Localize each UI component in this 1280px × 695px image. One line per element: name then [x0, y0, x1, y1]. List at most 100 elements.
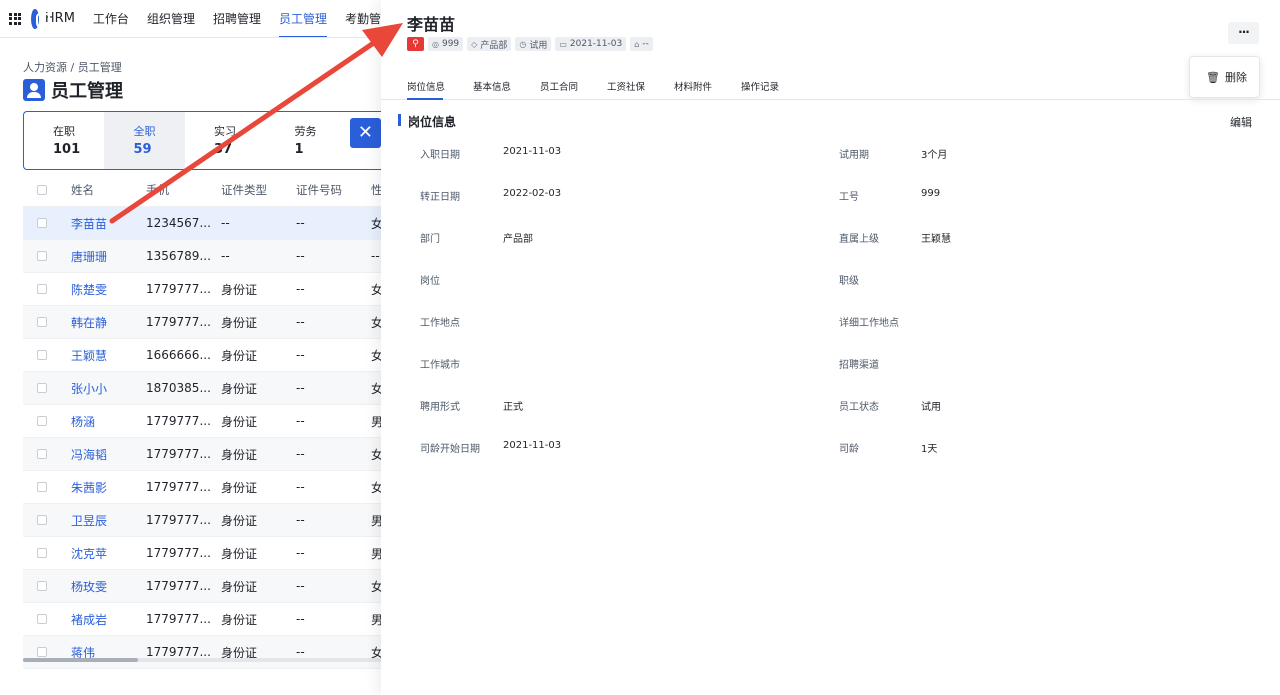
table-row[interactable]: 蒋伟1779777...身份证--女 [23, 636, 381, 669]
cell-id-number: -- [296, 546, 305, 560]
tag-text: 999 [441, 39, 460, 49]
cell-phone: 1870385... [146, 381, 211, 395]
row-checkbox[interactable] [37, 515, 47, 525]
cell-name[interactable]: 王颖慧 [71, 347, 146, 364]
cell-id-type: 身份证 [221, 447, 258, 462]
cell-phone: 1779777... [146, 579, 211, 593]
cell-name[interactable]: 唐珊珊 [71, 248, 146, 265]
field-label: 司龄 [839, 444, 859, 455]
cell-id-number: -- [296, 249, 305, 263]
horizontal-scrollbar[interactable] [23, 658, 381, 662]
cell-name[interactable]: 陈楚雯 [71, 281, 146, 298]
row-checkbox[interactable] [37, 614, 47, 624]
cell-phone: 1779777... [146, 315, 211, 329]
stat-intern[interactable]: 实习 37 [185, 112, 265, 169]
stat-fulltime[interactable]: 全职 59 [104, 112, 185, 169]
tab-operation-log[interactable]: 操作记录 [741, 79, 779, 93]
search-icon[interactable]: ⚲ [407, 37, 424, 51]
cell-name[interactable]: 沈克苹 [71, 545, 146, 562]
cell-name[interactable]: 冯海韬 [71, 446, 146, 463]
cell-name[interactable]: 李苗苗 [71, 215, 146, 232]
row-checkbox[interactable] [37, 416, 47, 426]
column-header-name: 姓名 [71, 183, 94, 197]
table-row[interactable]: 张小小1870385... 身份证 -- 女 [23, 372, 381, 405]
cell-name[interactable]: 卫昱辰 [71, 512, 146, 529]
row-checkbox[interactable] [37, 581, 47, 591]
cell-phone: 1356789... [146, 249, 211, 263]
tab-position-info[interactable]: 岗位信息 [407, 79, 445, 93]
field-value: 2022-02-03 [503, 188, 562, 199]
tag-position: ⌂ -- [630, 37, 653, 51]
close-icon[interactable]: ✕ [349, 118, 381, 148]
cell-id-number: -- [296, 645, 305, 659]
row-checkbox[interactable] [37, 350, 47, 360]
tab-attachments[interactable]: 材料附件 [674, 79, 712, 93]
cell-name[interactable]: 张小小 [71, 380, 146, 397]
nav-item-employees[interactable]: 员工管理 [278, 0, 327, 37]
row-checkbox[interactable] [37, 383, 47, 393]
detail-tabs: 岗位信息 基本信息 员工合同 工资社保 材料附件 操作记录 [381, 69, 1280, 100]
cell-phone: 1779777... [146, 282, 211, 296]
table-row[interactable]: 冯海韬1779777... 身份证 -- 女 [23, 438, 381, 471]
table-row[interactable]: 褚成岩1779777... 身份证 -- 男 [23, 603, 381, 636]
nav-item-recruitment[interactable]: 招聘管理 [213, 0, 261, 37]
nav-item-organization[interactable]: 组织管理 [147, 0, 195, 37]
cell-id-type: 身份证 [221, 381, 258, 396]
row-checkbox[interactable] [37, 647, 47, 657]
cell-name[interactable]: 杨玫雯 [71, 578, 146, 595]
section-accent-bar [398, 114, 401, 126]
cell-name[interactable]: 褚成岩 [71, 611, 146, 628]
cell-id-number: -- [296, 447, 305, 461]
cell-id-type: 身份证 [221, 315, 258, 330]
field-label: 试用期 [839, 150, 869, 161]
cell-id-type: 身份证 [221, 579, 258, 594]
cell-name[interactable]: 韩在静 [71, 314, 146, 331]
cell-gender: 男 [371, 512, 381, 529]
edit-button[interactable]: 编辑 [1230, 114, 1252, 130]
stat-value: 37 [213, 142, 233, 157]
more-actions-button[interactable]: ··· [1228, 22, 1259, 44]
tab-salary-insurance[interactable]: 工资社保 [607, 79, 645, 93]
table-row[interactable]: 杨玫雯1779777... 身份证 -- 女 [23, 570, 381, 603]
row-checkbox[interactable] [37, 251, 47, 261]
tab-basic-info[interactable]: 基本信息 [473, 79, 511, 93]
table-row[interactable]: 王颖慧1666666... 身份证 -- 女 [23, 339, 381, 372]
tab-contract[interactable]: 员工合同 [540, 79, 578, 93]
cell-gender: 男 [371, 611, 381, 628]
cell-id-type: 身份证 [221, 546, 258, 561]
scrollbar-thumb[interactable] [23, 658, 138, 662]
table-row[interactable]: 杨涵1779777... 身份证 -- 男 [23, 405, 381, 438]
cell-gender: 女 [371, 380, 381, 397]
field-label: 转正日期 [420, 192, 460, 203]
stat-labor[interactable]: 劳务 1 [265, 112, 345, 169]
row-checkbox[interactable] [37, 284, 47, 294]
cell-id-type: -- [221, 249, 230, 263]
table-row[interactable]: 陈楚雯1779777... 身份证 -- 女 [23, 273, 381, 306]
row-checkbox[interactable] [37, 317, 47, 327]
table-row[interactable]: 朱茜影1779777... 身份证 -- 女 [23, 471, 381, 504]
cell-name[interactable]: 杨涵 [71, 413, 146, 430]
nav-item-attendance[interactable]: 考勤管 [345, 0, 381, 37]
field-row: 聘用形式 正式 员工状态 试用 [381, 398, 1280, 414]
row-checkbox[interactable] [37, 449, 47, 459]
table-row[interactable]: 李苗苗1234567... -- -- 女 [23, 207, 381, 240]
cell-id-type: -- [221, 216, 230, 230]
table-row[interactable]: 卫昱辰1779777... 身份证 -- 男 [23, 504, 381, 537]
user-icon [23, 79, 45, 101]
table-row[interactable]: 唐珊珊 1356789... -- -- -- [23, 240, 381, 273]
row-checkbox[interactable] [37, 482, 47, 492]
stat-active[interactable]: 在职 101 [24, 112, 104, 169]
select-all-checkbox[interactable] [37, 185, 47, 195]
apps-grid-icon[interactable] [9, 12, 21, 25]
nav-item-workbench[interactable]: 工作台 [93, 0, 129, 37]
cell-id-number: -- [296, 282, 305, 296]
table-row[interactable]: 韩在静1779777... 身份证 -- 女 [23, 306, 381, 339]
row-checkbox[interactable] [37, 218, 47, 228]
table-row[interactable]: 沈克苹1779777... 身份证 -- 男 [23, 537, 381, 570]
field-value: 正式 [503, 402, 523, 413]
row-checkbox[interactable] [37, 548, 47, 558]
cell-name[interactable]: 朱茜影 [71, 479, 146, 496]
cell-phone: 1779777... [146, 414, 211, 428]
field-label: 工号 [839, 192, 859, 203]
field-label: 详细工作地点 [839, 318, 899, 329]
